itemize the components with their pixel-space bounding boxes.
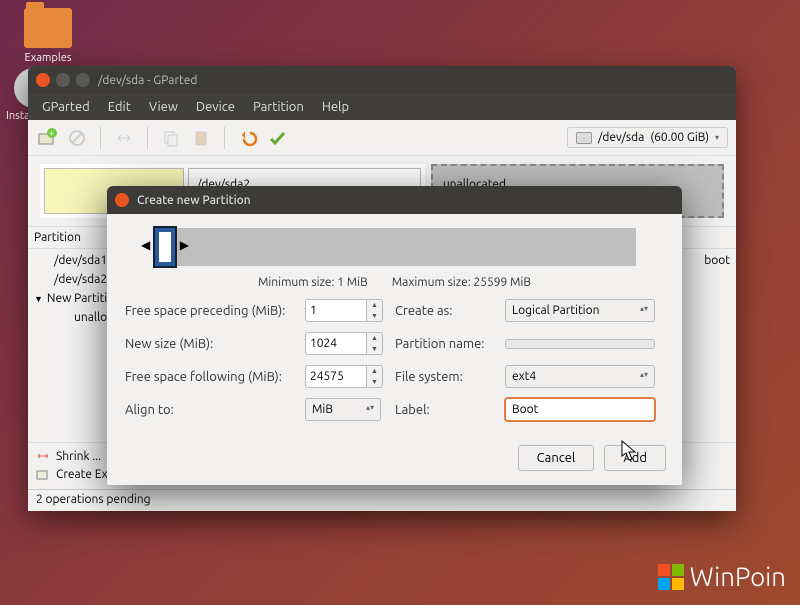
desktop-icon-label: Examples [24,52,72,64]
apply-icon[interactable] [267,127,289,149]
filesystem-combo[interactable]: ext4▴▾ [505,365,655,388]
create-as-combo[interactable]: Logical Partition▴▾ [505,299,655,322]
menu-edit[interactable]: Edit [100,96,139,118]
window-title: /dev/sda - GParted [98,74,197,87]
free-preceding-label: Free space preceding (MiB): [125,304,305,318]
undo-icon[interactable] [237,127,259,149]
label-label: Label: [395,403,505,417]
menu-view[interactable]: View [141,96,186,118]
disk-icon [576,132,592,144]
size-slider[interactable] [153,228,636,266]
window-close-button[interactable] [36,73,50,87]
partition-name-label: Partition name: [395,337,505,351]
chevron-down-icon: ▾ [715,133,719,142]
titlebar: /dev/sda - GParted [28,66,736,94]
align-to-label: Align to: [125,403,305,417]
align-to-combo[interactable]: MiB▴▾ [305,398,381,421]
create-partition-dialog: Create new Partition Minimum size: 1 MiB… [107,186,682,485]
resize-icon [113,127,135,149]
spin-up-icon: ▲ [367,300,382,311]
folder-icon [24,8,72,48]
max-size-label: Maximum size: 25599 MiB [392,276,531,289]
label-input[interactable] [505,398,655,421]
menu-partition[interactable]: Partition [245,96,312,118]
free-following-input[interactable]: ▲▼ [305,365,395,388]
expand-triangle-icon[interactable]: ▼ [34,294,43,304]
free-following-label: Free space following (MiB): [125,370,305,384]
slider-handle[interactable] [153,226,177,268]
resize-op-icon [36,449,50,463]
device-selector[interactable]: /dev/sda (60.00 GiB) ▾ [567,127,728,148]
windows-logo-icon [658,564,684,590]
menu-device[interactable]: Device [188,96,243,118]
statusbar: 2 operations pending [28,489,736,511]
spin-down-icon: ▼ [367,311,382,322]
window-minimize-button[interactable] [56,73,70,87]
device-size: (60.00 GiB) [650,131,709,144]
delete-icon [66,127,88,149]
new-size-input[interactable]: ▲▼ [305,332,395,355]
new-partition-icon[interactable]: + [36,127,58,149]
svg-text:+: + [49,128,54,138]
create-op-icon [36,467,50,481]
watermark: WinPoin [658,562,786,591]
dialog-title: Create new Partition [137,194,251,207]
copy-icon [160,127,182,149]
add-button[interactable]: Add [604,445,666,471]
filesystem-label: File system: [395,370,505,384]
menubar: GParted Edit View Device Partition Help [28,94,736,120]
new-size-label: New size (MiB): [125,337,305,351]
desktop-folder-examples[interactable]: Examples [24,8,72,64]
window-maximize-button[interactable] [76,73,90,87]
paste-icon [190,127,212,149]
free-preceding-input[interactable]: ▲▼ [305,299,395,322]
partition-name-input [505,339,655,349]
menu-gparted[interactable]: GParted [34,96,98,118]
toolbar: + /dev/sda (60.00 GiB) ▾ [28,120,736,156]
menu-help[interactable]: Help [314,96,357,118]
cancel-button[interactable]: Cancel [518,445,595,471]
dialog-titlebar: Create new Partition [107,186,682,214]
device-name: /dev/sda [598,131,644,144]
dialog-close-button[interactable] [115,193,129,207]
min-size-label: Minimum size: 1 MiB [258,276,368,289]
chevron-updown-icon: ▴▾ [640,304,648,317]
create-as-label: Create as: [395,304,505,318]
